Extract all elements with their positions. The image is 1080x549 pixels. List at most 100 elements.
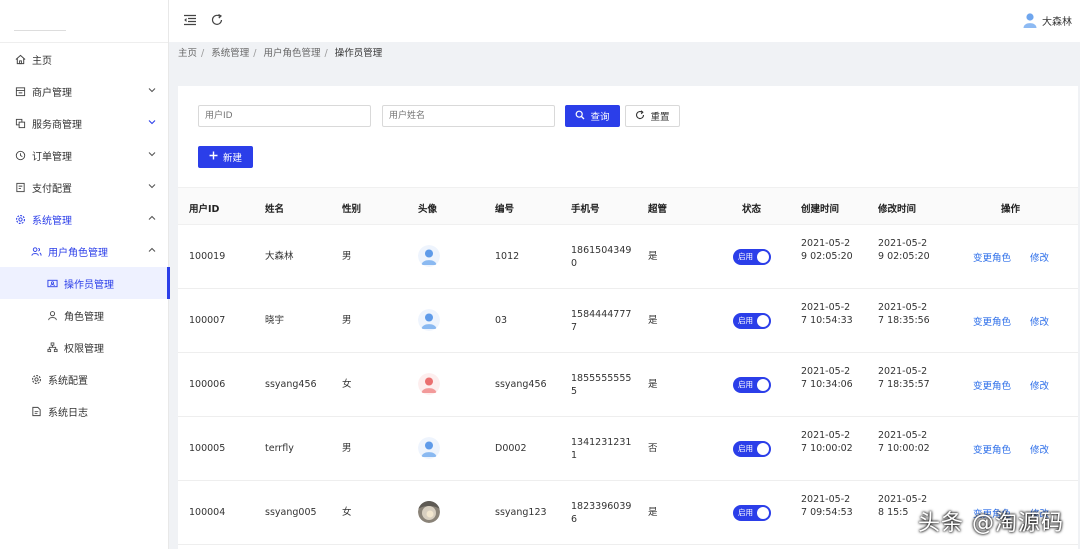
column-header: 性别 (342, 204, 362, 215)
sidebar-item-system[interactable]: 系统管理 (0, 203, 169, 235)
avatar (418, 501, 440, 523)
cell-code: ssyang456 (495, 379, 547, 390)
menu-fold-icon[interactable] (183, 13, 197, 27)
edit-link[interactable]: 修改 (1030, 250, 1049, 264)
toggle-label: 启用 (738, 252, 753, 261)
cell-created: 2021-05-27 09:54:53 (801, 494, 853, 518)
change-role-link[interactable]: 变更角色 (973, 314, 1011, 328)
column-header: 头像 (418, 204, 438, 215)
cell-created: 2021-05-27 10:34:06 (801, 366, 853, 390)
column-header: 修改时间 (878, 204, 917, 215)
sidebar-item-permission[interactable]: 权限管理 (0, 331, 169, 363)
logo (0, 0, 168, 43)
sidebar-item-label: 商户管理 (32, 87, 72, 99)
column-header: 状态 (742, 204, 762, 215)
sidebar-item-label: 服务商管理 (32, 119, 82, 131)
edit-link[interactable]: 修改 (1030, 442, 1049, 456)
sidebar-item-home[interactable]: 主页 (0, 43, 169, 75)
avatar (418, 437, 440, 459)
plus-icon (209, 151, 218, 163)
chevron-down-icon (147, 181, 157, 191)
clock-icon (14, 149, 26, 161)
sidebar-item-user-role[interactable]: 用户角色管理 (0, 235, 169, 267)
cell-modified: 2021-05-27 10:00:02 (878, 430, 930, 454)
cell-admin: 否 (648, 443, 658, 454)
user-menu[interactable]: 大森林 (1023, 12, 1072, 28)
column-header: 用户ID (189, 204, 220, 215)
cell-gender: 男 (342, 251, 352, 262)
sidebar-item-system-config[interactable]: 系统配置 (0, 363, 169, 395)
edit-link[interactable]: 修改 (1030, 378, 1049, 392)
sidebar-item-label: 用户角色管理 (48, 247, 108, 259)
cell-modified: 2021-05-27 18:35:57 (878, 366, 930, 390)
cell-phone: 18555555555 (571, 373, 632, 397)
query-label: 查询 (590, 112, 610, 123)
cell-created: 2021-05-29 02:05:20 (801, 238, 853, 262)
cell-code: D0002 (495, 443, 527, 454)
breadcrumb-current: 操作员管理 (334, 48, 383, 59)
cell-user-id: 100004 (189, 507, 226, 518)
refresh-icon[interactable] (210, 13, 224, 27)
sidebar-item-payment-config[interactable]: 支付配置 (0, 171, 169, 203)
breadcrumb-item[interactable]: 系统管理 (211, 48, 249, 59)
cell-gender: 女 (342, 379, 352, 390)
breadcrumb-item[interactable]: 主页 (178, 48, 197, 59)
cell-created: 2021-05-27 10:00:02 (801, 430, 853, 454)
sidebar-item-label: 主页 (32, 55, 52, 67)
change-role-link[interactable]: 变更角色 (973, 250, 1011, 264)
sidebar-item-system-log[interactable]: 系统日志 (0, 395, 169, 427)
cell-user-id: 100019 (189, 251, 226, 262)
table-row: 100005 terrfly 男 D0002 13412312311 否 启用 … (178, 417, 1078, 481)
status-toggle[interactable]: 启用 (733, 505, 771, 521)
sidebar-item-orders[interactable]: 订单管理 (0, 139, 169, 171)
column-header: 操作 (1001, 204, 1021, 215)
change-role-link[interactable]: 变更角色 (973, 442, 1011, 456)
user-id-input[interactable] (198, 105, 371, 127)
store-icon (14, 85, 26, 97)
sidebar-item-role[interactable]: 角色管理 (0, 299, 169, 331)
cell-gender: 男 (342, 315, 352, 326)
breadcrumb-item[interactable]: 用户角色管理 (264, 48, 321, 59)
search-icon (575, 110, 585, 123)
sidebar-item-label: 系统日志 (48, 407, 88, 419)
toggle-label: 启用 (738, 444, 753, 453)
sidebar-item-operator[interactable]: 操作员管理 (0, 267, 170, 299)
cell-phone: 18615043490 (571, 245, 632, 269)
cell-admin: 是 (648, 507, 658, 518)
status-toggle[interactable]: 启用 (733, 313, 771, 329)
query-button[interactable]: 查询 (565, 105, 620, 127)
status-toggle[interactable]: 启用 (733, 377, 771, 393)
reset-button[interactable]: 重置 (625, 105, 680, 127)
cell-gender: 女 (342, 507, 352, 518)
cell-user-id: 100006 (189, 379, 226, 390)
cell-code: 03 (495, 315, 508, 326)
sidebar: 主页 商户管理 服务商管理 订单管理 支付配置 系统管理 用户角色管理 操作员管… (0, 0, 170, 549)
sidebar-item-label: 操作员管理 (64, 279, 114, 291)
cell-name: ssyang456 (265, 379, 317, 390)
chevron-down-icon (147, 85, 157, 95)
change-role-link[interactable]: 变更角色 (973, 378, 1011, 392)
sidebar-item-service-provider[interactable]: 服务商管理 (0, 107, 169, 139)
edit-link[interactable]: 修改 (1030, 314, 1049, 328)
user-name-input[interactable] (382, 105, 555, 127)
log-icon (30, 405, 42, 417)
cell-created: 2021-05-27 10:54:33 (801, 302, 853, 326)
tree-icon (46, 341, 58, 353)
sidebar-item-merchant[interactable]: 商户管理 (0, 75, 169, 107)
refresh-icon (635, 109, 645, 123)
cell-name: ssyang005 (265, 507, 317, 518)
cell-name: 大森林 (265, 251, 294, 262)
status-toggle[interactable]: 启用 (733, 441, 771, 457)
new-button[interactable]: 新建 (198, 146, 253, 168)
avatar (418, 245, 440, 267)
sidebar-item-label: 订单管理 (32, 151, 72, 163)
reset-label: 重置 (650, 112, 670, 123)
status-toggle[interactable]: 启用 (733, 249, 771, 265)
cell-name: 晓宇 (265, 315, 285, 326)
sidebar-item-label: 权限管理 (64, 343, 104, 355)
avatar (418, 373, 440, 395)
cell-modified: 2021-05-27 18:35:56 (878, 302, 930, 326)
user-icon (46, 309, 58, 321)
new-label: 新建 (222, 153, 242, 164)
top-bar: 大森林 (169, 0, 1080, 42)
